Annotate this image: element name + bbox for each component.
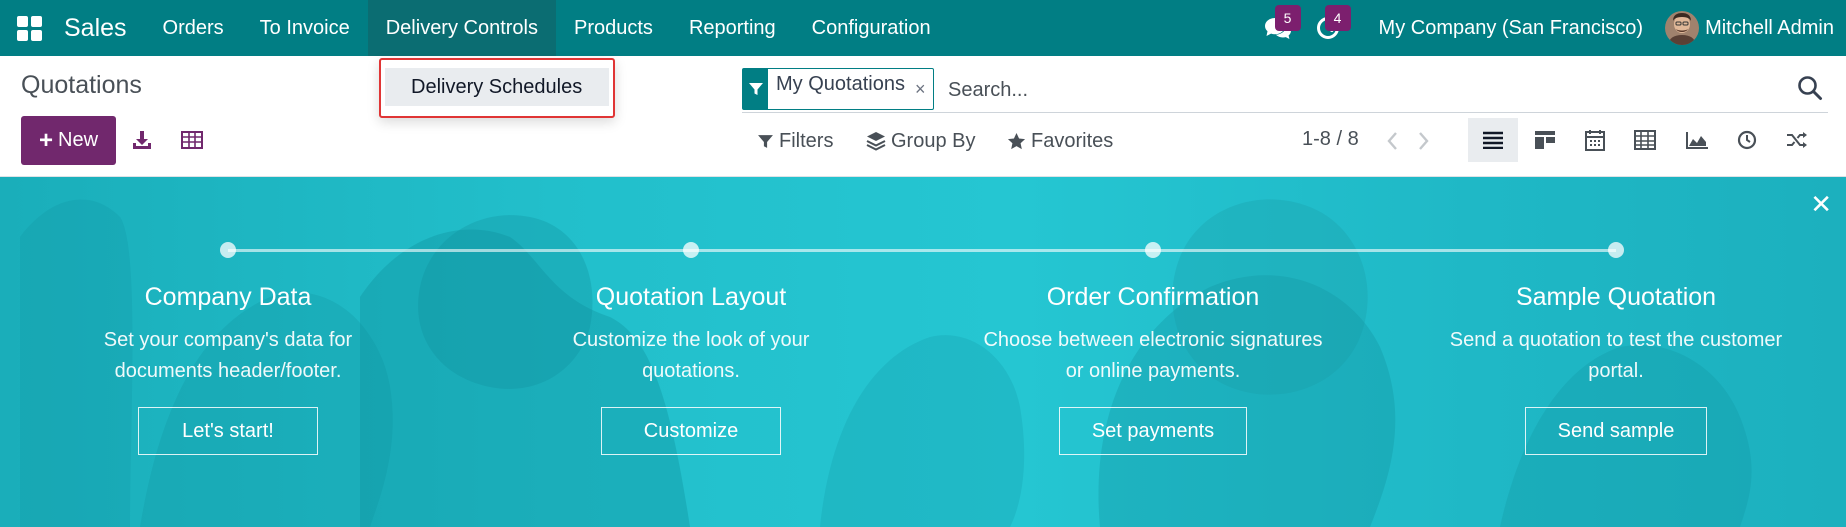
page-title: Quotations — [21, 71, 142, 99]
set-payments-button[interactable]: Set payments — [1059, 407, 1247, 455]
menu-configuration[interactable]: Configuration — [794, 0, 949, 56]
shuffle-icon — [1787, 132, 1807, 148]
step-description: Set your company's data for documents he… — [28, 325, 428, 387]
step-description-line: documents header/footer. — [114, 360, 342, 382]
step-description-line: portal. — [1588, 360, 1644, 382]
filters-button[interactable]: Filters — [757, 125, 833, 157]
step-description-line: Set your company's data for — [103, 329, 353, 351]
delivery-controls-dropdown: Delivery Schedules — [379, 58, 615, 118]
step-description: Send a quotation to test the customer po… — [1416, 325, 1816, 387]
new-button[interactable]: + New — [21, 116, 116, 165]
menu-delivery-controls[interactable]: Delivery Controls — [367, 0, 556, 56]
step-description-line: or online payments. — [1065, 360, 1241, 382]
star-icon — [1007, 132, 1026, 149]
step-title: Quotation Layout — [595, 283, 787, 311]
progress-track — [228, 249, 1616, 252]
apps-grid-icon — [16, 15, 42, 41]
step-dot — [1608, 242, 1624, 258]
filters-label: Filters — [779, 129, 834, 152]
favorites-label: Favorites — [1031, 129, 1114, 152]
step-title: Order Confirmation — [1046, 283, 1260, 311]
pager-previous-button[interactable] — [1380, 126, 1404, 156]
table-icon — [181, 131, 203, 149]
chevron-left-icon — [1387, 132, 1397, 150]
funnel-icon — [758, 134, 773, 148]
send-sample-button[interactable]: Send sample — [1525, 407, 1707, 455]
view-activity-button[interactable] — [1722, 118, 1772, 162]
menu-orders[interactable]: Orders — [145, 0, 242, 56]
activities-button[interactable]: 4 — [1303, 0, 1353, 56]
step-description: Choose between electronic signatures or … — [953, 325, 1353, 387]
step-order-confirmation: Order Confirmation Choose between electr… — [953, 283, 1353, 387]
view-calendar-button[interactable] — [1570, 118, 1620, 162]
filter-icon — [743, 69, 768, 109]
search-facet: My Quotations × — [742, 68, 935, 110]
step-description-line: Customize the look of your — [572, 329, 810, 351]
view-pivot-button[interactable] — [1620, 118, 1670, 162]
menu-reporting[interactable]: Reporting — [671, 0, 794, 56]
step-description: Customize the look of your quotations. — [491, 325, 891, 387]
pager-value[interactable]: 1-8 / 8 — [1302, 128, 1359, 151]
new-button-label: New — [58, 129, 99, 151]
activities-count-badge: 4 — [1324, 5, 1351, 31]
clock-outline-icon — [1737, 130, 1757, 150]
company-switcher[interactable]: My Company (San Francisco) — [1353, 17, 1666, 40]
menu-delivery-schedules[interactable]: Delivery Schedules — [385, 68, 609, 106]
onboarding-banner: ✕ Company Data Set your company's data f… — [0, 177, 1846, 527]
group-by-label: Group By — [891, 129, 976, 152]
menu-to-invoice[interactable]: To Invoice — [242, 0, 368, 56]
step-title: Sample Quotation — [1515, 283, 1717, 311]
view-kanban-button[interactable] — [1520, 118, 1570, 162]
plus-icon: + — [38, 126, 53, 154]
menu-products[interactable]: Products — [556, 0, 671, 56]
step-dot — [220, 242, 236, 258]
step-description-line: Choose between electronic signatures — [983, 329, 1323, 351]
user-name: Mitchell Admin — [1705, 16, 1834, 39]
favorites-button[interactable]: Favorites — [1007, 125, 1113, 157]
messages-count-badge: 5 — [1274, 5, 1301, 31]
spreadsheet-button[interactable] — [174, 122, 210, 158]
app-switcher-button[interactable] — [0, 0, 58, 56]
download-icon — [133, 131, 151, 149]
banner-close-button[interactable]: ✕ — [1810, 191, 1832, 217]
upload-button[interactable] — [124, 122, 160, 158]
facet-remove-button[interactable]: × — [911, 69, 934, 109]
facet-label: My Quotations — [776, 73, 905, 95]
area-chart-icon — [1686, 132, 1708, 149]
lets-start-button[interactable]: Let's start! — [138, 407, 318, 455]
step-dot — [1145, 242, 1161, 258]
search-icon[interactable] — [1796, 74, 1824, 102]
search-input[interactable] — [948, 74, 1768, 106]
kanban-icon — [1535, 131, 1555, 149]
step-sample-quotation: Sample Quotation Send a quotation to tes… — [1416, 283, 1816, 387]
step-dot — [683, 242, 699, 258]
calendar-icon — [1585, 130, 1605, 151]
top-navbar: Sales Orders To Invoice Delivery Control… — [0, 0, 1846, 56]
step-description-line: quotations. — [642, 360, 740, 382]
pager-next-button[interactable] — [1412, 126, 1436, 156]
app-name[interactable]: Sales — [58, 0, 145, 56]
step-description-line: Send a quotation to test the customer — [1449, 329, 1783, 351]
chevron-right-icon — [1419, 132, 1429, 150]
group-by-button[interactable]: Group By — [866, 125, 975, 157]
control-panel: Quotations + New My Quotations × Search.… — [0, 56, 1846, 177]
systray: 5 4 My Company (San Francisco) Mitchell … — [1253, 0, 1846, 56]
user-menu[interactable]: Mitchell Admin — [1665, 11, 1846, 45]
layers-icon — [866, 132, 886, 151]
view-graph-button[interactable] — [1672, 118, 1722, 162]
step-quotation-layout: Quotation Layout Customize the look of y… — [491, 283, 891, 387]
view-list-button[interactable] — [1468, 118, 1518, 162]
pivot-icon — [1634, 130, 1656, 150]
search-bar: My Quotations × — [742, 68, 1828, 113]
step-title: Company Data — [144, 283, 312, 311]
messages-button[interactable]: 5 — [1253, 0, 1303, 56]
avatar — [1665, 11, 1700, 45]
list-icon — [1483, 131, 1503, 149]
step-company-data: Company Data Set your company's data for… — [28, 283, 428, 387]
customize-button[interactable]: Customize — [601, 407, 781, 455]
view-cohort-button[interactable] — [1772, 118, 1822, 162]
